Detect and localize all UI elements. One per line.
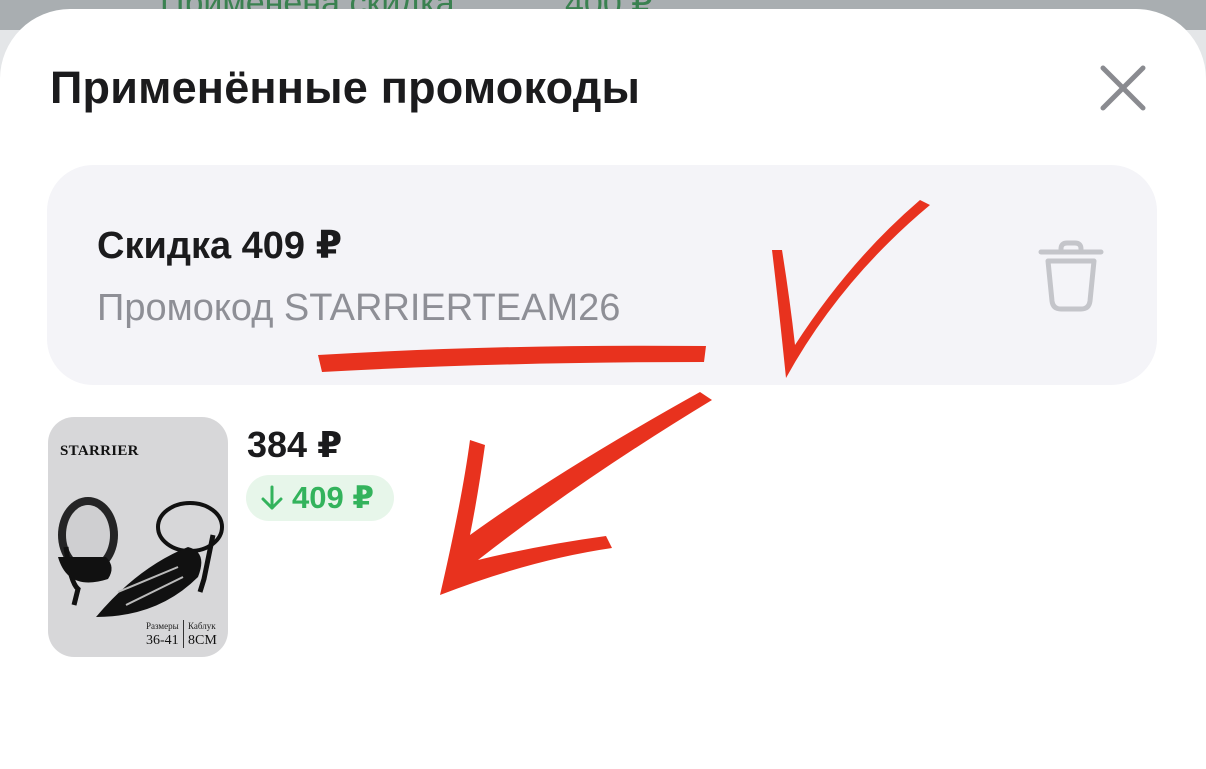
promo-discount: Скидка 409 ₽ [97,225,343,267]
product-image[interactable]: STARRIER Размеры 36-41 Каблук 8CM [48,417,228,657]
heel-value: 8CM [188,633,217,648]
close-icon[interactable] [1097,62,1149,114]
heel-label: Каблук [188,621,216,631]
arrow-down-icon [261,485,283,510]
sizes-value: 36-41 [146,633,179,648]
discount-amount: 409 ₽ [292,480,374,515]
product-price: 384 ₽ [247,424,343,465]
trash-icon[interactable] [1037,239,1105,313]
sheet-title: Применённые промокоды [50,62,641,113]
applied-promo-card: Скидка 409 ₽ Промокод STARRIERTEAM26 [47,165,1157,385]
discount-badge: 409 ₽ [246,475,394,521]
promo-code: Промокод STARRIERTEAM26 [97,287,621,329]
thumb-divider [183,620,184,648]
sizes-label: Размеры [146,621,179,631]
